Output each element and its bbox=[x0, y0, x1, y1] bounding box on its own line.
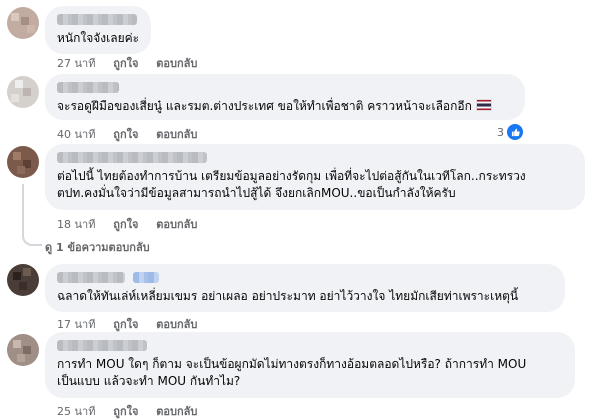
thai-flag-icon bbox=[475, 99, 492, 111]
comment-time[interactable]: 25 นาที bbox=[57, 405, 95, 418]
like-link[interactable]: ถูกใจ bbox=[113, 128, 138, 141]
view-replies-link[interactable]: ดู 1 ข้อความตอบกลับ bbox=[45, 238, 150, 256]
comment-actions: 17 นาที ถูกใจ ตอบกลับ bbox=[57, 315, 211, 333]
comment-text: ต่อไปนี้ ไทยต้องทำการบ้าน เตรียมข้อมูลอย… bbox=[57, 169, 526, 183]
comment-bubble: ฉลาดให้ทันเล่ห์เหลี่ยมเขมร อย่าเผลอ อย่า… bbox=[45, 264, 565, 312]
comment-text: ฉลาดให้ทันเล่ห์เหลี่ยมเขมร อย่าเผลอ อย่า… bbox=[57, 289, 519, 303]
commenter-name[interactable] bbox=[57, 82, 119, 93]
comment-bubble: หนักใจจังเลยค่ะ bbox=[45, 6, 151, 54]
comment-text: เป็นแบบ แล้วจะทำ MOU กันทำไม? bbox=[57, 374, 241, 388]
comment-actions: 25 นาที ถูกใจ ตอบกลับ bbox=[57, 402, 211, 420]
reply-link[interactable]: ตอบกลับ bbox=[156, 318, 197, 331]
comment-text: จะรอดูฝีมือของเสี่ยนู๋ และรมต.ต่างประเทศ… bbox=[57, 98, 513, 115]
comment-bubble: ต่อไปนี้ ไทยต้องทำการบ้าน เตรียมข้อมูลอย… bbox=[45, 144, 585, 210]
reaction-summary[interactable]: 3 bbox=[497, 124, 523, 140]
reply-link[interactable]: ตอบกลับ bbox=[156, 128, 197, 141]
comment-time[interactable]: 18 นาที bbox=[57, 218, 95, 231]
comment-actions: 27 นาที ถูกใจ ตอบกลับ bbox=[57, 54, 211, 72]
comment-actions: 18 นาที ถูกใจ ตอบกลับ bbox=[57, 215, 211, 233]
comment-time[interactable]: 27 นาที bbox=[57, 57, 95, 70]
comment-time[interactable]: 40 นาที bbox=[57, 128, 95, 141]
comment-bubble: การทำ MOU ใดๆ ก็ตาม จะเป็นข้อผูกมัดไม่ทา… bbox=[45, 332, 575, 398]
commenter-name[interactable] bbox=[57, 152, 207, 163]
comment-bubble: จะรอดูฝีมือของเสี่ยนู๋ และรมต.ต่างประเทศ… bbox=[45, 74, 525, 120]
thread-connector bbox=[22, 184, 42, 246]
avatar[interactable] bbox=[7, 76, 39, 108]
reply-link[interactable]: ตอบกลับ bbox=[156, 218, 197, 231]
avatar[interactable] bbox=[7, 7, 39, 39]
thumbs-up-icon bbox=[507, 124, 523, 140]
comment-text: การทำ MOU ใดๆ ก็ตาม จะเป็นข้อผูกมัดไม่ทา… bbox=[57, 357, 527, 371]
like-link[interactable]: ถูกใจ bbox=[113, 57, 138, 70]
like-link[interactable]: ถูกใจ bbox=[113, 405, 138, 418]
commenter-name-row bbox=[57, 272, 553, 288]
avatar[interactable] bbox=[7, 146, 39, 178]
commenter-badge[interactable] bbox=[133, 272, 159, 283]
avatar[interactable] bbox=[7, 334, 39, 366]
reply-link[interactable]: ตอบกลับ bbox=[156, 405, 197, 418]
comment-actions: 40 นาที ถูกใจ ตอบกลับ bbox=[57, 125, 211, 143]
reaction-count: 3 bbox=[497, 125, 504, 139]
comment-text: หนักใจจังเลยค่ะ bbox=[57, 31, 140, 45]
comment-text: ตปท.คงมั่นใจว่ามีข้อมูลสามารถนำไปสู้ได้ … bbox=[57, 186, 456, 200]
avatar[interactable] bbox=[7, 264, 39, 296]
commenter-name[interactable] bbox=[57, 14, 137, 25]
commenter-name[interactable] bbox=[57, 272, 125, 283]
like-link[interactable]: ถูกใจ bbox=[113, 318, 138, 331]
comment-time[interactable]: 17 นาที bbox=[57, 318, 95, 331]
commenter-name[interactable] bbox=[57, 340, 147, 351]
reply-link[interactable]: ตอบกลับ bbox=[156, 57, 197, 70]
like-link[interactable]: ถูกใจ bbox=[113, 218, 138, 231]
